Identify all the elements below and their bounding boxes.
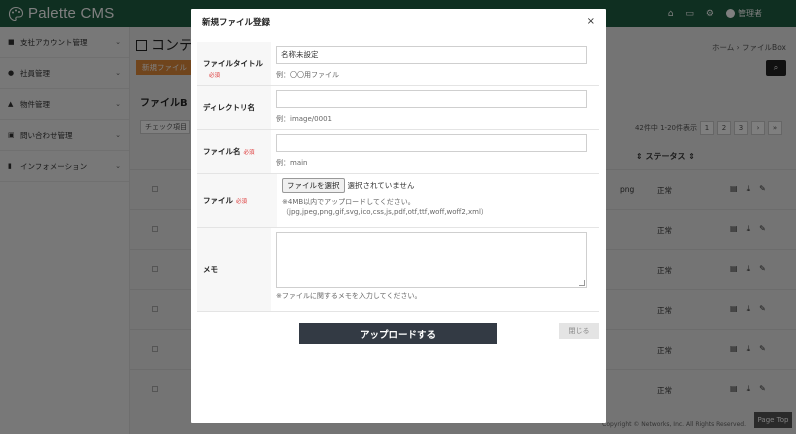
upload-button[interactable]: アップロードする: [299, 323, 497, 344]
file-name-row: ファイル名 必須 例：main: [197, 130, 599, 174]
memo-textarea[interactable]: [276, 232, 587, 288]
memo-label: メモ: [197, 228, 271, 311]
file-selection-state: 選択されていません: [347, 181, 415, 190]
file-control: ファイルを選択 選択されていません ※4MB以内でアップロードしてください。（j…: [277, 174, 599, 227]
required-badge: 必須: [243, 149, 255, 156]
field-label: ファイル名: [203, 147, 241, 156]
file-name-label: ファイル名 必須: [197, 130, 271, 173]
modal-title: 新規ファイル登録: [202, 17, 271, 28]
field-label: ディレクトリ名: [203, 103, 255, 112]
close-button[interactable]: 閉じる: [559, 323, 599, 339]
choose-file-button[interactable]: ファイルを選択: [282, 178, 345, 193]
file-hint: ※4MB以内でアップロードしてください。（jpg,jpeg,png,gif,sv…: [282, 198, 488, 216]
field-label: ファイルタイトル: [203, 59, 263, 68]
file-picker: ファイルを選択 選択されていません: [282, 178, 587, 193]
file-title-hint: 例：〇〇用ファイル: [276, 71, 339, 79]
directory-control: 例：image/0001: [271, 86, 599, 129]
memo-hint: ※ファイルに関するメモを入力してください。: [276, 292, 422, 300]
close-icon[interactable]: ×: [587, 16, 595, 27]
file-title-control: 名称未設定 例：〇〇用ファイル: [271, 42, 599, 85]
file-title-input[interactable]: 名称未設定: [276, 46, 587, 64]
required-badge: 必須: [236, 198, 248, 205]
file-title-label: ファイルタイトル 必須: [197, 42, 271, 85]
file-title-row: ファイルタイトル 必須 名称未設定 例：〇〇用ファイル: [197, 42, 599, 86]
modal-header: 新規ファイル登録 ×: [191, 9, 606, 34]
upload-form: ファイルタイトル 必須 名称未設定 例：〇〇用ファイル ディレクトリ名 例：im…: [197, 42, 599, 312]
file-name-control: 例：main: [271, 130, 599, 173]
directory-label: ディレクトリ名: [197, 86, 271, 129]
directory-row: ディレクトリ名 例：image/0001: [197, 86, 599, 130]
file-label: ファイル 必須: [197, 174, 277, 227]
file-name-input[interactable]: [276, 134, 587, 152]
required-badge: 必須: [209, 73, 221, 79]
file-row: ファイル 必須 ファイルを選択 選択されていません ※4MB以内でアップロードし…: [197, 174, 599, 228]
field-label: ファイル: [203, 196, 233, 205]
memo-row: メモ ※ファイルに関するメモを入力してください。: [197, 228, 599, 312]
new-file-modal: 新規ファイル登録 × ファイルタイトル 必須 名称未設定 例：〇〇用ファイル デ…: [191, 9, 606, 423]
directory-hint: 例：image/0001: [276, 115, 332, 123]
memo-control: ※ファイルに関するメモを入力してください。: [271, 228, 599, 311]
field-label: メモ: [203, 265, 218, 274]
directory-input[interactable]: [276, 90, 587, 108]
file-name-hint: 例：main: [276, 159, 308, 167]
